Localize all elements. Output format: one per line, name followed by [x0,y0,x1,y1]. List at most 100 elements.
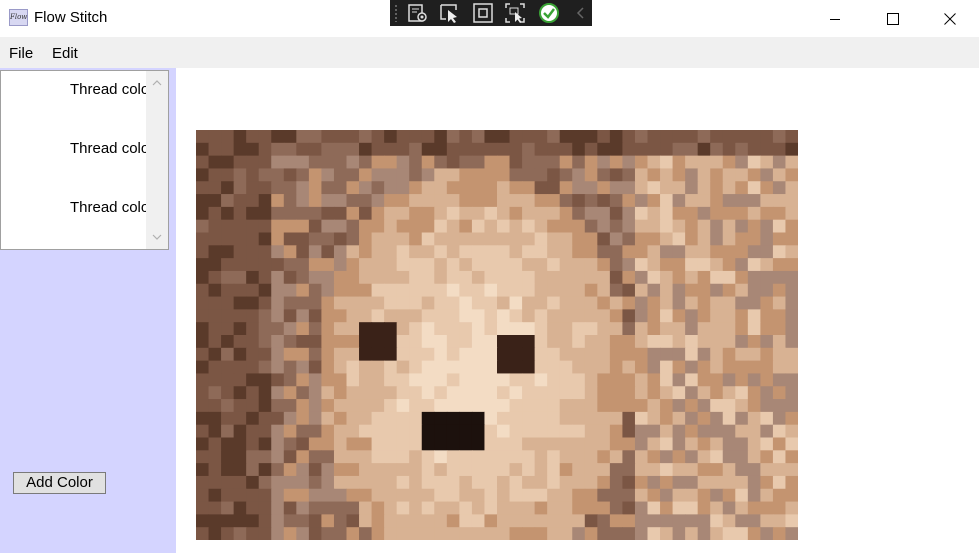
stitch-cell [735,373,749,387]
stitch-cell [308,347,323,362]
menu-edit[interactable]: Edit [52,45,78,62]
stitch-cell [283,142,297,157]
stitch-cell [346,322,360,336]
stitch-cell [647,437,661,451]
stitch-cell [271,309,285,323]
stitch-cell [221,194,235,208]
stitch-cell [246,270,260,285]
stitch-cell [660,360,674,375]
stitch-cell [634,514,649,528]
stitch-cell [597,347,611,362]
stitch-cell [509,347,523,362]
stitch-cell [196,155,210,170]
stitch-cell [421,130,435,144]
stitch-cell [584,283,598,298]
maximize-button[interactable] [864,0,922,37]
stitch-pattern-preview[interactable] [196,130,798,540]
stitch-cell [208,450,222,464]
close-icon [944,12,956,25]
live-visual-tree-icon[interactable] [407,2,429,24]
stitch-cell [572,488,586,503]
stitch-cell [359,399,373,413]
stitch-cell [584,514,598,528]
stitch-cell [622,488,636,503]
stitch-cell [396,360,410,375]
stitch-cell [283,232,297,246]
stitch-cell [196,360,210,375]
stitch-cell [660,296,674,310]
stitch-cell [584,219,598,234]
xaml-hot-reload-check-icon[interactable] [538,2,560,24]
stitch-cell [258,335,272,349]
stitch-cell [446,130,460,144]
stitch-cell [283,411,297,426]
stitch-cell [722,296,736,310]
stitch-cell [208,437,222,451]
thread-color-list[interactable]: Thread color Thread color Thread color [0,70,169,250]
stitch-cell [710,130,724,144]
display-layout-adorners-icon[interactable] [472,2,494,24]
stitch-cell [346,283,360,298]
stitch-cell [559,386,573,400]
select-element-icon[interactable] [439,2,461,24]
stitch-cell [722,245,736,259]
stitch-cell [371,527,385,540]
stitch-cell [396,296,410,310]
stitch-cell [735,527,749,540]
stitch-cell [346,501,360,515]
stitch-cell [396,322,410,336]
stitch-cell [497,258,511,272]
stitch-cell [685,232,699,246]
scroll-down-icon[interactable] [151,231,163,243]
stitch-cell [785,411,798,426]
stitch-cell [271,424,285,439]
stitch-cell [672,322,686,336]
stitch-cell [271,437,285,451]
list-item[interactable]: Thread color [70,140,154,158]
stitch-cell [660,232,674,246]
stitch-cell [685,527,699,540]
stitch-cell [772,347,787,362]
stitch-cell [622,206,636,221]
stitch-cell [384,463,398,477]
collapse-chevron-icon[interactable] [570,2,592,24]
stitch-cell [409,450,423,464]
stitch-cell [271,463,285,477]
stitch-cell [346,245,360,259]
toolbar-grip-icon[interactable] [394,4,398,22]
stitch-cell [647,206,661,221]
stitch-cell [772,373,787,387]
stitch-cell [747,194,761,208]
track-focus-icon[interactable] [504,2,526,24]
close-button[interactable] [921,0,979,37]
stitch-cell [672,411,686,426]
stitch-cell [246,373,260,387]
stitch-cell [346,232,360,246]
scroll-up-icon[interactable] [151,77,163,89]
stitch-cell [346,386,360,400]
stitch-cell [221,347,235,362]
stitch-cell [246,437,260,451]
stitch-cell [710,475,724,490]
stitch-cell [685,155,699,170]
stitch-cell [283,258,297,272]
stitch-cell [672,155,686,170]
menu-file[interactable]: File [9,45,33,62]
stitch-cell [647,386,661,400]
stitch-cell [634,424,649,439]
add-color-button[interactable]: Add Color [13,472,106,494]
minimize-button[interactable] [806,0,864,37]
stitch-cell [497,206,511,221]
stitch-cell [333,194,348,208]
stitch-cell [697,245,711,259]
stitch-cell [409,206,423,221]
stitch-cell [384,181,398,195]
list-scrollbar[interactable] [146,71,168,249]
stitch-cell [547,399,561,413]
stitch-cell [534,258,548,272]
stitch-cell [434,450,448,464]
stitch-cell [647,270,661,285]
stitch-cell [609,399,624,413]
list-item[interactable]: Thread color [70,81,154,99]
list-item[interactable]: Thread color [70,199,154,217]
